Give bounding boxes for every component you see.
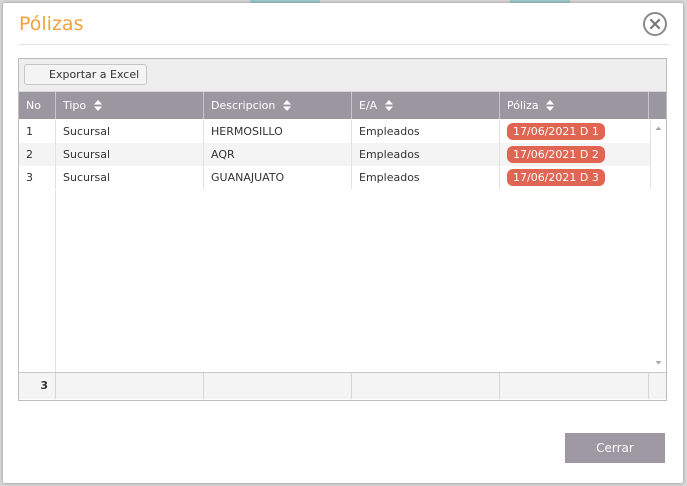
grid-toolbar: Exportar a Excel [19, 59, 666, 92]
scroll-up-icon[interactable] [651, 122, 666, 134]
column-header-descripcion[interactable]: Descripcion [204, 92, 352, 119]
column-header-no[interactable]: No [19, 92, 56, 119]
poliza-badge[interactable]: 17/06/2021 D 2 [507, 146, 605, 163]
footer-cell [56, 373, 204, 399]
close-icon [649, 18, 661, 30]
cell-descripcion: HERMOSILLO [204, 120, 352, 143]
footer-count: 3 [19, 373, 56, 399]
footer-cell [352, 373, 500, 399]
cell-ea: Empleados [352, 143, 500, 166]
cell-ea: Empleados [352, 166, 500, 189]
header-divider [19, 44, 669, 45]
export-excel-button[interactable]: Exportar a Excel [24, 64, 148, 85]
table-header: No Tipo Descripcion E/A Póliza [19, 92, 666, 119]
cell-no: 1 [19, 120, 56, 143]
cell-descripcion: AQR [204, 143, 352, 166]
cell-tipo: Sucursal [56, 143, 204, 166]
scroll-down-icon[interactable] [651, 357, 666, 369]
cell-poliza: 17/06/2021 D 2 [500, 143, 651, 166]
column-header-label: Póliza [507, 99, 539, 112]
modal-title: Pólizas [19, 13, 84, 35]
table-footer: 3 [19, 372, 666, 399]
cell-poliza: 17/06/2021 D 3 [500, 166, 651, 189]
footer-cell [500, 373, 649, 399]
polizas-modal: Pólizas Exportar a Excel No Tipo Descrip… [3, 3, 683, 483]
column-header-ea[interactable]: E/A [352, 92, 500, 119]
vertical-scrollbar[interactable] [651, 120, 666, 372]
sort-icon [384, 99, 393, 111]
table-row[interactable]: 3 Sucursal GUANAJUATO Empleados 17/06/20… [19, 166, 651, 189]
table-row[interactable]: 1 Sucursal HERMOSILLO Empleados 17/06/20… [19, 120, 651, 143]
sort-icon [93, 99, 102, 111]
sort-icon [546, 99, 555, 111]
column-header-label: No [26, 99, 41, 112]
cell-poliza: 17/06/2021 D 1 [500, 120, 651, 143]
cell-no: 3 [19, 166, 56, 189]
table-row[interactable]: 2 Sucursal AQR Empleados 17/06/2021 D 2 [19, 143, 651, 166]
poliza-badge[interactable]: 17/06/2021 D 3 [507, 169, 605, 186]
export-excel-label: Exportar a Excel [49, 68, 140, 81]
cerrar-button[interactable]: Cerrar [565, 433, 665, 463]
column-header-label: Descripcion [211, 99, 276, 112]
column-header-label: Tipo [63, 99, 87, 112]
cell-descripcion: GUANAJUATO [204, 166, 352, 189]
close-button[interactable] [643, 12, 667, 36]
footer-cell [204, 373, 352, 399]
column-divider [55, 190, 56, 372]
polizas-grid: Exportar a Excel No Tipo Descripcion E/A… [18, 58, 667, 401]
cell-ea: Empleados [352, 120, 500, 143]
column-header-label: E/A [359, 99, 378, 112]
cell-tipo: Sucursal [56, 120, 204, 143]
cell-no: 2 [19, 143, 56, 166]
poliza-badge[interactable]: 17/06/2021 D 1 [507, 123, 605, 140]
table-body: 1 Sucursal HERMOSILLO Empleados 17/06/20… [19, 120, 651, 372]
column-header-poliza[interactable]: Póliza [500, 92, 649, 119]
cerrar-label: Cerrar [596, 441, 634, 455]
sort-icon [282, 99, 291, 111]
cell-tipo: Sucursal [56, 166, 204, 189]
column-header-tipo[interactable]: Tipo [56, 92, 204, 119]
